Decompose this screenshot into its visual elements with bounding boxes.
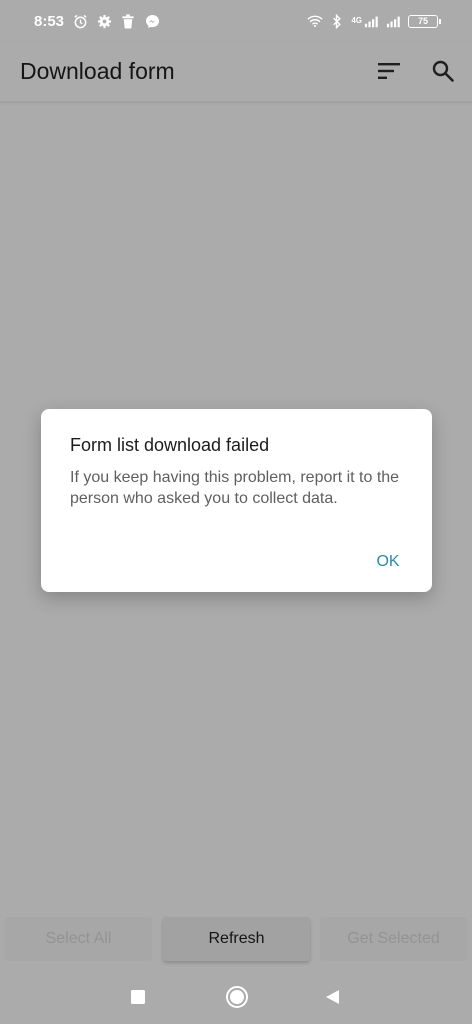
back-icon[interactable] [320, 984, 346, 1010]
status-bar: 8:53 4G 75 [0, 0, 472, 42]
messenger-icon [144, 13, 160, 29]
status-left: 8:53 [34, 13, 160, 30]
bottom-button-bar: Select All Refresh Get Selected [0, 917, 472, 961]
dialog-title: Form list download failed [70, 435, 270, 455]
app-bar-actions [374, 56, 458, 86]
battery-level: 75 [417, 15, 428, 26]
home-icon[interactable] [224, 984, 250, 1010]
network-label: 4G [351, 16, 362, 25]
gear-icon [96, 13, 112, 29]
status-right: 4G 75 [307, 13, 441, 29]
page-title: Download form [20, 58, 175, 84]
dialog-message: If you keep having this problem, report … [70, 469, 400, 507]
search-icon[interactable] [428, 56, 458, 86]
bluetooth-icon [329, 13, 345, 29]
error-dialog: Form list download failed If you keep ha… [41, 409, 432, 592]
status-time: 8:53 [34, 12, 65, 30]
ok-button[interactable]: OK [366, 549, 410, 575]
get-selected-button[interactable]: Get Selected [320, 917, 467, 961]
system-nav-bar [0, 970, 472, 1024]
battery-icon: 75 [408, 14, 441, 28]
signal-icon [364, 13, 380, 29]
refresh-button[interactable]: Refresh [163, 917, 310, 961]
trash-icon [120, 13, 136, 29]
recents-icon[interactable] [125, 984, 151, 1010]
wifi-icon [307, 13, 323, 29]
sort-icon[interactable] [374, 56, 404, 86]
app-bar: Download form [0, 42, 472, 102]
signal-icon [386, 13, 402, 29]
alarm-icon [72, 13, 88, 29]
select-all-button[interactable]: Select All [5, 917, 152, 961]
